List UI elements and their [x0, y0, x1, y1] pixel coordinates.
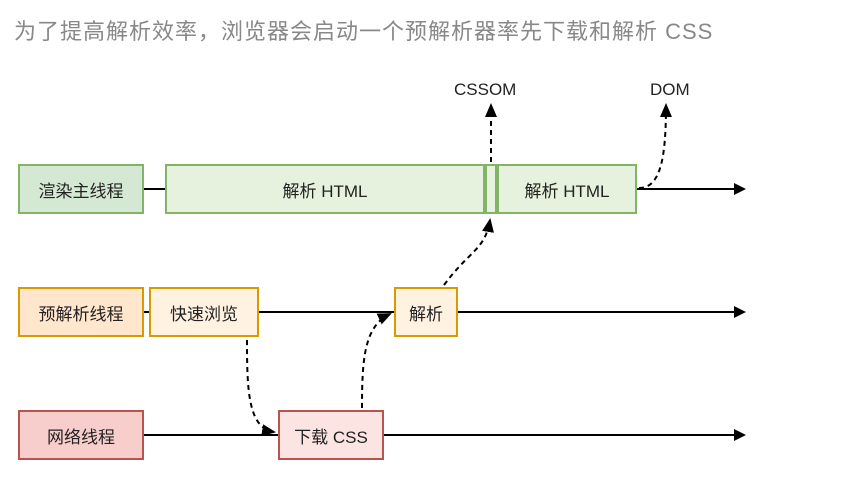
preparse-thread-label: 预解析线程 [18, 287, 144, 337]
parse-html-1: 解析 HTML [165, 164, 485, 214]
scan-to-download-arrow [247, 340, 274, 432]
parse-html-2: 解析 HTML [497, 164, 637, 214]
css-block-gap [485, 164, 497, 214]
dom-arrow [639, 105, 666, 188]
parse-to-render-arrow [444, 220, 490, 285]
network-thread-axis [144, 434, 736, 436]
render-thread-label: 渲染主线程 [18, 164, 144, 214]
download-css-box: 下载 CSS [278, 410, 384, 460]
preparse-thread-arrow [734, 306, 746, 318]
network-thread-arrow [734, 429, 746, 441]
cssom-label: CSSOM [454, 80, 516, 100]
dom-label: DOM [650, 80, 690, 100]
diagram: CSSOM DOM 渲染主线程 解析 HTML 解析 HTML 预解析线程 快速… [0, 0, 843, 501]
download-to-parse-arrow [362, 314, 390, 408]
quick-scan-box: 快速浏览 [149, 287, 259, 337]
network-thread-label: 网络线程 [18, 410, 144, 460]
parse-box: 解析 [394, 287, 458, 337]
render-thread-arrow [734, 183, 746, 195]
